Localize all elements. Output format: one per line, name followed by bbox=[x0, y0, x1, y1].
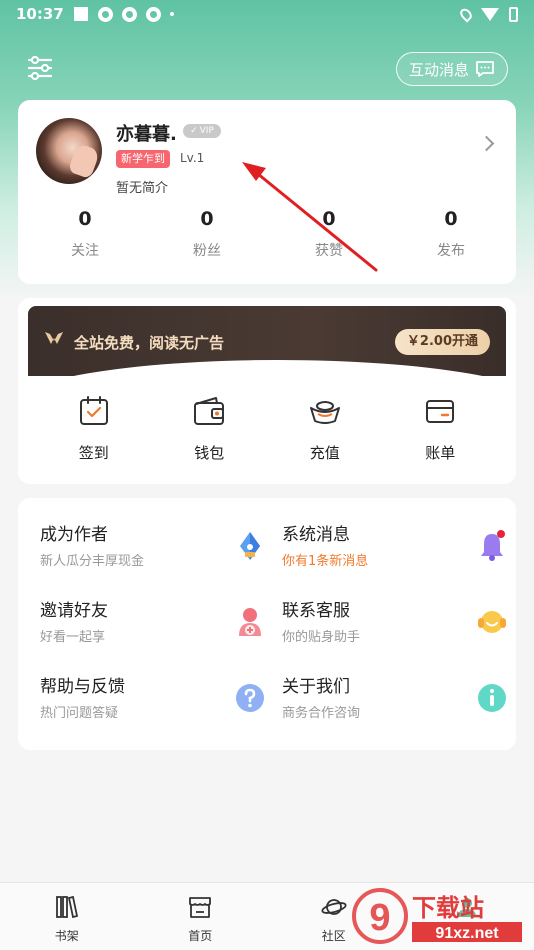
menu-title: 关于我们 bbox=[282, 677, 350, 697]
title-badge: 新学乍到 bbox=[116, 150, 170, 168]
stat-value: 0 bbox=[322, 208, 336, 230]
watermark-brand: 下载站 bbox=[412, 894, 484, 922]
quick-action-label: 钱包 bbox=[194, 444, 225, 462]
tab-label: 首页 bbox=[188, 929, 213, 943]
menu-subtitle: 你的贴身助手 bbox=[282, 630, 361, 645]
battery-icon bbox=[509, 6, 518, 22]
wallet-icon bbox=[194, 397, 225, 425]
tab-bookshelf[interactable]: 书架 bbox=[0, 883, 134, 950]
calendar-check-icon bbox=[79, 396, 108, 425]
tab-label: 书架 bbox=[54, 929, 79, 943]
notification-app-icon bbox=[97, 6, 113, 22]
card-icon bbox=[426, 400, 455, 423]
vip-check-icon: ✓ bbox=[190, 126, 198, 136]
question-icon bbox=[236, 684, 264, 712]
menu-about-us[interactable]: 关于我们 商务合作咨询 bbox=[282, 672, 522, 732]
bell-icon bbox=[481, 530, 505, 561]
menu-subtitle: 热门问题答疑 bbox=[40, 706, 119, 721]
menu-title: 帮助与反馈 bbox=[40, 677, 125, 697]
quick-action-bill[interactable]: 账单 bbox=[383, 394, 499, 463]
vip-promo-text: 全站免费，阅读无广告 bbox=[74, 334, 225, 352]
stat-label: 关注 bbox=[71, 243, 99, 259]
stat-label: 发布 bbox=[437, 243, 465, 259]
interaction-messages-label: 互动消息 bbox=[408, 60, 469, 79]
stat-following[interactable]: 0 关注 bbox=[24, 208, 146, 260]
quick-action-recharge[interactable]: 充值 bbox=[267, 394, 383, 463]
menu-system-messages[interactable]: 系统消息 你有1条新消息 bbox=[282, 520, 522, 580]
stat-value: 0 bbox=[444, 208, 458, 230]
wifi-icon bbox=[481, 7, 499, 21]
stat-label: 获赞 bbox=[315, 243, 343, 259]
profile-stats: 0 关注 0 粉丝 0 获赞 0 发布 bbox=[18, 208, 516, 260]
bookshelf-icon bbox=[55, 895, 78, 919]
menu-help-feedback[interactable]: 帮助与反馈 热门问题答疑 bbox=[40, 672, 280, 732]
gold-ingot-icon bbox=[309, 401, 340, 424]
vip-badge-label: VIP bbox=[199, 126, 214, 136]
menu-subtitle: 好看一起享 bbox=[40, 630, 106, 645]
menu-title: 邀请好友 bbox=[40, 601, 108, 621]
quick-actions: 签到 钱包 充值 账单 bbox=[36, 394, 498, 463]
notification-square-icon bbox=[73, 7, 88, 21]
services-menu-card: 成为作者 新人瓜分丰厚现金 系统消息 你有1条新消息 邀请好友 好看一起享 联系… bbox=[18, 498, 516, 750]
stat-value: 0 bbox=[78, 208, 92, 230]
notification-app-icon bbox=[121, 6, 137, 22]
watermark-domain: 91xz.net bbox=[435, 925, 499, 942]
store-icon bbox=[189, 897, 212, 918]
quick-action-label: 账单 bbox=[425, 444, 456, 462]
message-bubble-icon bbox=[476, 61, 494, 77]
more-notifications-icon bbox=[169, 12, 174, 16]
tab-home[interactable]: 首页 bbox=[134, 883, 268, 950]
quick-action-label: 充值 bbox=[309, 444, 340, 462]
menu-subtitle: 商务合作咨询 bbox=[282, 706, 361, 721]
planet-icon bbox=[321, 899, 347, 915]
pen-nib-icon bbox=[240, 532, 260, 560]
menu-subtitle: 新人瓜分丰厚现金 bbox=[40, 554, 145, 569]
person-add-icon bbox=[239, 608, 261, 636]
stat-followers[interactable]: 0 粉丝 bbox=[146, 208, 268, 260]
stat-value: 0 bbox=[200, 208, 214, 230]
status-bar: 10:37 bbox=[0, 0, 534, 28]
stat-posts[interactable]: 0 发布 bbox=[390, 208, 512, 260]
site-watermark: 9 下载站 91xz.net bbox=[352, 888, 522, 944]
watermark-mark: 9 bbox=[369, 897, 390, 939]
info-icon bbox=[478, 684, 506, 712]
avatar[interactable] bbox=[36, 118, 102, 184]
stat-label: 粉丝 bbox=[193, 243, 221, 259]
menu-become-author[interactable]: 成为作者 新人瓜分丰厚现金 bbox=[40, 520, 280, 580]
vip-activate-button[interactable]: ￥2.00开通 bbox=[394, 329, 490, 355]
menu-title: 联系客服 bbox=[282, 601, 350, 621]
chevron-right-icon[interactable] bbox=[478, 135, 495, 152]
quick-action-wallet[interactable]: 钱包 bbox=[152, 394, 268, 463]
vip-badge: ✓ VIP bbox=[183, 124, 221, 138]
quick-action-checkin[interactable]: 签到 bbox=[36, 394, 152, 463]
headset-icon bbox=[478, 611, 506, 633]
notification-app-icon bbox=[145, 6, 161, 22]
top-bar: 互动消息 bbox=[0, 50, 534, 90]
user-level: Lv.1 bbox=[180, 151, 205, 165]
user-bio: 暂无简介 bbox=[116, 181, 169, 196]
username: 亦暮暮. bbox=[116, 124, 177, 145]
menu-title: 系统消息 bbox=[282, 525, 350, 545]
profile-card[interactable]: 亦暮暮. ✓ VIP 新学乍到 Lv.1 暂无简介 0 关注 0 粉丝 0 获赞… bbox=[18, 100, 516, 284]
quick-action-label: 签到 bbox=[78, 444, 109, 462]
menu-contact-support[interactable]: 联系客服 你的贴身助手 bbox=[282, 596, 522, 656]
menu-title: 成为作者 bbox=[40, 525, 108, 545]
settings-sliders-icon[interactable] bbox=[26, 54, 54, 82]
menu-subtitle: 你有1条新消息 bbox=[282, 554, 369, 569]
vip-promo-banner[interactable]: 全站免费，阅读无广告 ￥2.00开通 bbox=[18, 306, 516, 406]
brand-leaf-icon bbox=[45, 332, 63, 344]
location-icon bbox=[457, 5, 475, 23]
interaction-messages-button[interactable]: 互动消息 bbox=[395, 52, 508, 86]
vip-actions-card: 全站免费，阅读无广告 ￥2.00开通 签到 钱包 充值 账单 bbox=[18, 298, 516, 484]
stat-likes[interactable]: 0 获赞 bbox=[268, 208, 390, 260]
status-time: 10:37 bbox=[16, 5, 64, 23]
menu-invite-friends[interactable]: 邀请好友 好看一起享 bbox=[40, 596, 280, 656]
